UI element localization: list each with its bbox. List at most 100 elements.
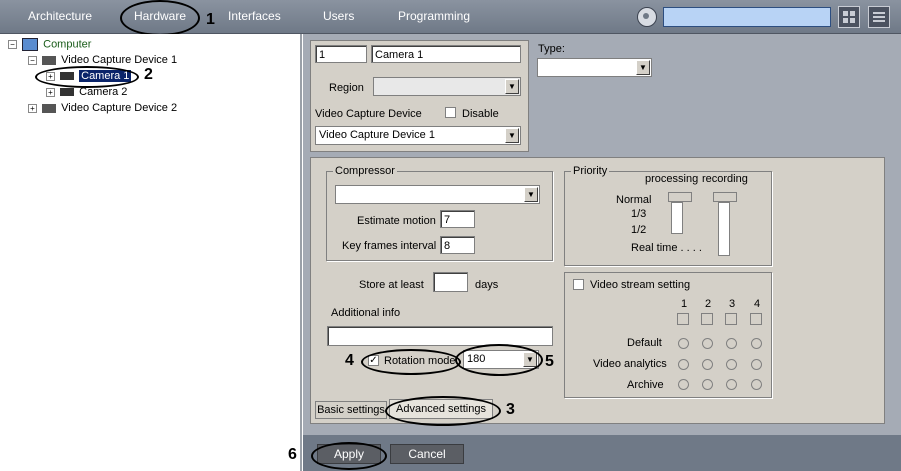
tree-item-camera-2[interactable]: + Camera 2 — [46, 86, 127, 98]
stream-radio[interactable] — [702, 338, 713, 349]
processing-label: processing — [645, 173, 699, 185]
chevron-down-icon: ▼ — [524, 187, 538, 202]
video-stream-checkbox[interactable] — [573, 279, 584, 290]
tree-label: Camera 2 — [79, 86, 128, 98]
disable-checkbox[interactable] — [445, 107, 456, 118]
stream-col: 3 — [729, 298, 736, 310]
bottom-action-bar: Apply Cancel — [303, 435, 901, 471]
tab-users[interactable]: Users — [323, 9, 354, 23]
priority-group: Priority processing recording Normal 1/3… — [564, 165, 772, 266]
rotation-value: 180 — [467, 353, 486, 365]
stream-radio[interactable] — [751, 379, 762, 390]
tree-label: Computer — [43, 38, 92, 51]
capture-board-icon — [42, 103, 57, 113]
priority-level: Normal — [616, 194, 652, 206]
region-select[interactable]: ▼ — [373, 77, 521, 96]
estimate-motion-field[interactable]: 7 — [440, 210, 475, 228]
store-at-least-label: Store at least — [359, 279, 424, 291]
vcd-value: Video Capture Device 1 — [319, 129, 435, 141]
stream-col-checkbox[interactable] — [725, 313, 737, 325]
video-capture-device-select[interactable]: Video Capture Device 1 ▼ — [315, 126, 521, 145]
expand-icon[interactable]: + — [28, 103, 37, 113]
object-name-field[interactable]: Camera 1 — [371, 45, 521, 63]
stream-radio[interactable] — [678, 338, 689, 349]
stream-radio[interactable] — [726, 359, 737, 370]
processing-slider-thumb[interactable] — [668, 192, 692, 202]
tab-architecture[interactable]: Architecture — [28, 9, 92, 23]
stream-col-checkbox[interactable] — [750, 313, 762, 325]
additional-info-field[interactable] — [327, 326, 553, 346]
compressor-select[interactable]: ▼ — [335, 185, 540, 204]
layout-grid-icon[interactable] — [838, 6, 860, 28]
object-properties-panel: 1 Camera 1 Region ▼ Video Capture Device… — [310, 40, 529, 152]
stream-radio[interactable] — [678, 359, 689, 370]
priority-level: 1/2 — [631, 224, 647, 236]
stream-radio[interactable] — [726, 338, 737, 349]
expand-icon[interactable]: + — [46, 87, 55, 97]
chevron-down-icon: ▼ — [523, 352, 537, 367]
stream-row-label: Video analytics — [593, 358, 667, 370]
processing-slider-track[interactable] — [671, 202, 683, 234]
tree-item-camera-1[interactable]: + Camera 1 — [46, 70, 132, 82]
object-id-field[interactable]: 1 — [315, 45, 367, 63]
search-input[interactable] — [663, 7, 831, 27]
tree-item-computer[interactable]: − Computer — [8, 38, 91, 51]
chevron-down-icon: ▼ — [636, 60, 650, 75]
tree-label: Video Capture Device 2 — [61, 102, 178, 114]
settings-gear-icon[interactable] — [637, 7, 657, 27]
tab-programming[interactable]: Programming — [398, 9, 470, 23]
collapse-icon[interactable]: − — [28, 55, 37, 65]
type-select[interactable]: ▼ — [537, 58, 652, 77]
camera-icon — [60, 88, 75, 97]
key-frames-field[interactable]: 8 — [440, 236, 475, 254]
tree-item-video-capture-device-2[interactable]: + Video Capture Device 2 — [28, 102, 177, 114]
tree-label: Video Capture Device 1 — [61, 54, 178, 66]
tab-hardware[interactable]: Hardware — [134, 9, 186, 23]
rotation-mode-checkbox[interactable]: ✓ — [368, 355, 379, 366]
expand-icon[interactable]: + — [46, 71, 55, 81]
tab-advanced-settings[interactable]: Advanced settings — [389, 399, 493, 419]
stream-radio[interactable] — [702, 379, 713, 390]
stream-radio[interactable] — [751, 359, 762, 370]
video-stream-label: Video stream setting — [590, 279, 691, 291]
recording-slider-thumb[interactable] — [713, 192, 737, 202]
tab-interfaces[interactable]: Interfaces — [228, 9, 281, 23]
video-capture-device-label: Video Capture Device — [315, 108, 422, 120]
stream-radio[interactable] — [678, 379, 689, 390]
stream-col: 2 — [705, 298, 712, 310]
recording-label: recording — [702, 173, 748, 185]
collapse-icon[interactable]: − — [8, 40, 17, 49]
stream-col: 1 — [681, 298, 688, 310]
chevron-down-icon: ▼ — [505, 79, 519, 94]
stream-col: 4 — [754, 298, 761, 310]
additional-info-label: Additional info — [331, 307, 401, 319]
tab-basic-settings[interactable]: Basic settings — [315, 401, 387, 419]
stream-radio[interactable] — [751, 338, 762, 349]
tree-item-video-capture-device-1[interactable]: − Video Capture Device 1 — [28, 54, 177, 66]
annotation-number: 2 — [144, 66, 153, 83]
recording-slider-track[interactable] — [718, 202, 730, 256]
stream-radio[interactable] — [702, 359, 713, 370]
rotation-mode-select[interactable]: 180 ▼ — [463, 350, 539, 369]
top-toolbar: Architecture Hardware Interfaces Users P… — [0, 0, 901, 34]
type-label: Type: — [538, 43, 565, 55]
compressor-title: Compressor — [333, 165, 397, 177]
annotation-number: 6 — [288, 446, 297, 463]
tree-label: Camera 1 — [79, 70, 132, 82]
estimate-motion-label: Estimate motion — [357, 215, 436, 227]
compressor-group: Compressor ▼ Estimate motion 7 Key frame… — [326, 165, 553, 261]
annotation-number: 4 — [345, 352, 354, 369]
store-days-field[interactable] — [433, 272, 468, 292]
video-stream-group: Video stream setting 1 2 3 4 Default Vid… — [564, 272, 772, 398]
annotation-number: 3 — [506, 401, 515, 418]
chevron-down-icon: ▼ — [505, 128, 519, 143]
annotation-number: 1 — [206, 11, 215, 28]
apply-button[interactable]: Apply — [317, 444, 381, 464]
stream-radio[interactable] — [726, 379, 737, 390]
camera-icon — [60, 72, 75, 81]
cancel-button[interactable]: Cancel — [390, 444, 464, 464]
stream-col-checkbox[interactable] — [701, 313, 713, 325]
menu-list-icon[interactable] — [868, 6, 890, 28]
stream-col-checkbox[interactable] — [677, 313, 689, 325]
stream-row-label: Default — [627, 337, 662, 349]
